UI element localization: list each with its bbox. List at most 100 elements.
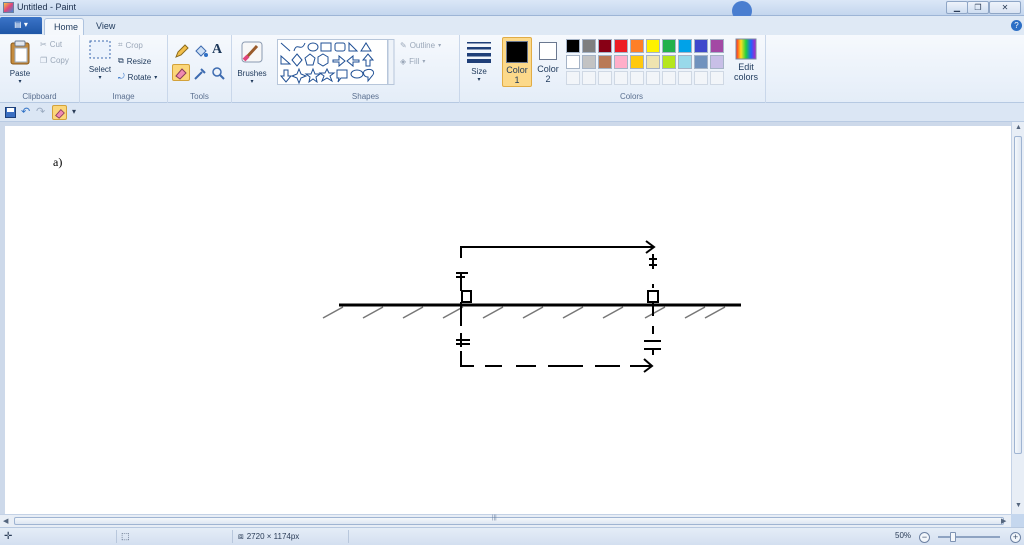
palette-swatch[interactable] [694,55,708,69]
tab-view[interactable]: View [87,18,124,35]
save-icon[interactable] [5,107,16,118]
background-taskbar-strip [90,0,730,16]
file-menu-button[interactable]: ▤ ▾ [0,17,42,34]
zoom-slider-thumb[interactable] [950,532,956,542]
color2-button[interactable]: Color 2 [534,37,562,87]
custom-color-slot[interactable] [646,71,660,85]
crop-button[interactable]: ⌗ Crop [118,40,143,50]
palette-swatch[interactable] [614,55,628,69]
color2-swatch [539,42,557,60]
shapes-gallery[interactable] [277,39,395,85]
palette-swatch[interactable] [710,39,724,53]
fill-bucket-icon[interactable] [193,43,209,59]
vertical-scroll-thumb[interactable] [1014,136,1022,454]
zoom-out-button[interactable]: − [919,532,930,543]
text-tool-icon[interactable]: A [212,42,222,58]
size-label: Size [471,67,487,76]
color1-button[interactable]: Color 1 [502,37,532,87]
magnifier-icon[interactable] [211,66,226,81]
palette-swatch[interactable] [662,39,676,53]
palette-swatch[interactable] [646,55,660,69]
color1-label: Color [506,65,528,75]
palette-swatch[interactable] [678,39,692,53]
paint-app-icon[interactable] [3,2,14,13]
scroll-left-arrow-icon[interactable]: ◀ [3,517,8,525]
palette-swatch[interactable] [566,55,580,69]
custom-color-slot[interactable] [678,71,692,85]
help-icon[interactable]: ? [1011,20,1022,31]
size-button[interactable]: Size ▾ [464,37,494,83]
zoom-in-button[interactable]: + [1010,532,1021,543]
paste-icon [10,40,30,65]
edit-colors-button[interactable]: Edit colors [730,37,762,82]
custom-color-slot[interactable] [598,71,612,85]
custom-color-slot[interactable] [710,71,724,85]
tab-home[interactable]: Home [44,18,84,35]
horizontal-scroll-thumb[interactable] [14,517,1004,525]
rotate-button[interactable]: ⤾ Rotate ▾ [118,72,157,82]
custom-color-slot[interactable] [630,71,644,85]
custom-color-slot[interactable] [614,71,628,85]
resize-label: Resize [126,56,152,66]
cut-button[interactable]: ✂ Cut [40,40,62,49]
custom-color-slot[interactable] [694,71,708,85]
resize-button[interactable]: ⧉ Resize [118,56,151,66]
paste-button[interactable]: Paste ▾ [6,37,34,85]
scroll-down-arrow-icon[interactable]: ▼ [1015,502,1022,509]
palette-swatch[interactable] [582,39,596,53]
custom-color-slot[interactable] [566,71,580,85]
quick-access-toolbar: ↶ ↷ ▾ [0,103,1024,122]
color2-label: Color [537,64,559,74]
fill-button[interactable]: ◈ Fill ▾ [400,57,425,66]
scissors-icon: ✂ [40,40,47,49]
line-size-icon [467,42,491,63]
palette-swatch[interactable] [646,39,660,53]
horizontal-scrollbar[interactable]: ◀ ||| ▶ [0,514,1011,527]
canvas-size: ⧈ 2720 × 1174px [238,531,299,542]
scroll-up-arrow-icon[interactable]: ▲ [1015,124,1022,131]
vertical-scrollbar[interactable]: ▲ ▼ [1011,122,1024,514]
drawing-canvas[interactable]: a) [5,126,1011,514]
ground-hatching [322,306,726,319]
status-bar: ✛ ⬚ ⧈ 2720 × 1174px 50% − + [0,527,1024,545]
close-button[interactable]: ✕ [989,1,1021,14]
palette-swatch[interactable] [566,39,580,53]
brushes-group: Brushes ▾ [232,35,272,103]
pencil-icon[interactable] [174,43,190,59]
select-button[interactable]: Select ▾ [85,37,115,81]
outline-label: Outline [409,41,436,50]
palette-swatch[interactable] [662,55,676,69]
brushes-button[interactable]: Brushes ▾ [235,37,269,85]
maximize-button[interactable]: ❐ [967,1,989,14]
palette-swatch[interactable] [694,39,708,53]
qat-eraser-button[interactable] [52,105,67,120]
color2-number: 2 [545,74,551,84]
zoom-slider[interactable] [938,536,1000,538]
palette-swatch[interactable] [710,55,724,69]
palette-swatch[interactable] [678,55,692,69]
status-divider [232,530,233,543]
scroll-right-arrow-icon[interactable]: ▶ [1001,517,1006,525]
minimize-button[interactable]: ▁ [946,1,968,14]
redo-icon[interactable]: ↷ [36,105,45,118]
palette-swatch[interactable] [630,55,644,69]
fill-caret-icon: ▾ [422,59,426,65]
outline-button[interactable]: ✎ Outline ▾ [400,41,441,50]
color-picker-icon[interactable] [193,66,208,81]
rotate-caret-icon: ▾ [154,74,158,81]
custom-color-slot[interactable] [662,71,676,85]
palette-swatch[interactable] [582,55,596,69]
crosshair-icon: ✛ [4,531,13,542]
palette-swatch[interactable] [598,55,612,69]
eraser-tool-button[interactable] [172,64,190,81]
ribbon-tabs: ▤ ▾ Home View ? [0,16,1024,35]
color1-number: 1 [514,75,520,85]
outline-caret-icon: ▾ [438,43,442,49]
palette-swatch[interactable] [630,39,644,53]
undo-icon[interactable]: ↶ [21,105,30,118]
palette-swatch[interactable] [598,39,612,53]
qat-customize-caret-icon[interactable]: ▾ [72,107,76,116]
copy-button[interactable]: ❐ Copy [40,56,69,65]
custom-color-slot[interactable] [582,71,596,85]
palette-swatch[interactable] [614,39,628,53]
